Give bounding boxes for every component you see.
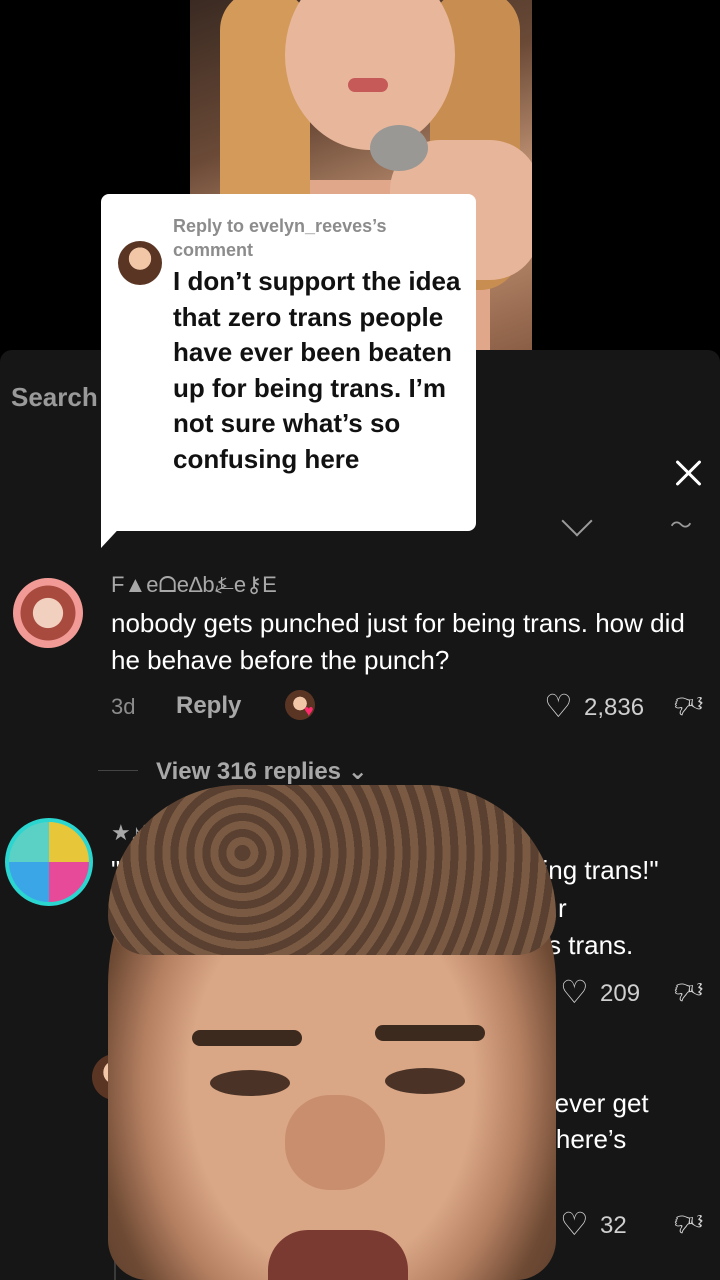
creator-eye xyxy=(210,1070,290,1096)
view-replies-button[interactable]: View 316 replies ⌄ xyxy=(156,757,368,786)
video-person-mouth xyxy=(348,78,388,92)
close-icon[interactable] xyxy=(672,456,706,490)
dislike-icon[interactable]: 👍︎ xyxy=(674,1207,703,1238)
avatar[interactable] xyxy=(13,578,83,648)
like-count: 209 xyxy=(600,980,641,1007)
microphone xyxy=(370,125,428,171)
creator-mouth xyxy=(268,1230,408,1280)
reply-button[interactable]: Reply xyxy=(176,692,241,720)
reply-bubble: Reply to evelyn_reeves’s comment I don’t… xyxy=(101,194,476,531)
divider xyxy=(98,770,138,771)
search-label[interactable]: Search xyxy=(11,382,98,413)
creator-eyebrow xyxy=(375,1025,485,1041)
creator-heart-icon: ♥ xyxy=(304,703,314,720)
comment-text-fragment: s trans. xyxy=(548,930,634,960)
like-heart-icon[interactable]: ♡ xyxy=(560,1208,589,1240)
comment-time: 3d xyxy=(111,694,136,719)
comment-text: nobody gets punched just for being trans… xyxy=(111,608,685,675)
creator-eye xyxy=(385,1068,465,1094)
dislike-icon[interactable]: 👍︎ xyxy=(674,975,703,1006)
comment-username[interactable]: F▲eᗝe∆b⍼e⚷E xyxy=(111,572,277,598)
reply-bubble-header: Reply to evelyn_reeves’s comment xyxy=(173,216,387,260)
like-count: 32 xyxy=(600,1212,627,1239)
reply-bubble-tail xyxy=(101,520,127,548)
squiggle-icon: ～ xyxy=(670,513,693,538)
comment-text-fragment: r xyxy=(558,893,567,923)
reply-bubble-text: I don’t support the idea that zero trans… xyxy=(173,266,461,474)
avatar[interactable] xyxy=(5,818,93,906)
creator-nose xyxy=(285,1095,385,1190)
dislike-icon[interactable]: 👍︎ xyxy=(674,689,703,720)
creator-hair xyxy=(108,785,556,955)
like-heart-icon[interactable]: ♡ xyxy=(560,976,589,1008)
like-heart-icon[interactable]: ♡ xyxy=(544,690,573,722)
avatar xyxy=(118,241,162,285)
like-count: 2,836 xyxy=(584,694,645,721)
creator-eyebrow xyxy=(192,1030,302,1046)
